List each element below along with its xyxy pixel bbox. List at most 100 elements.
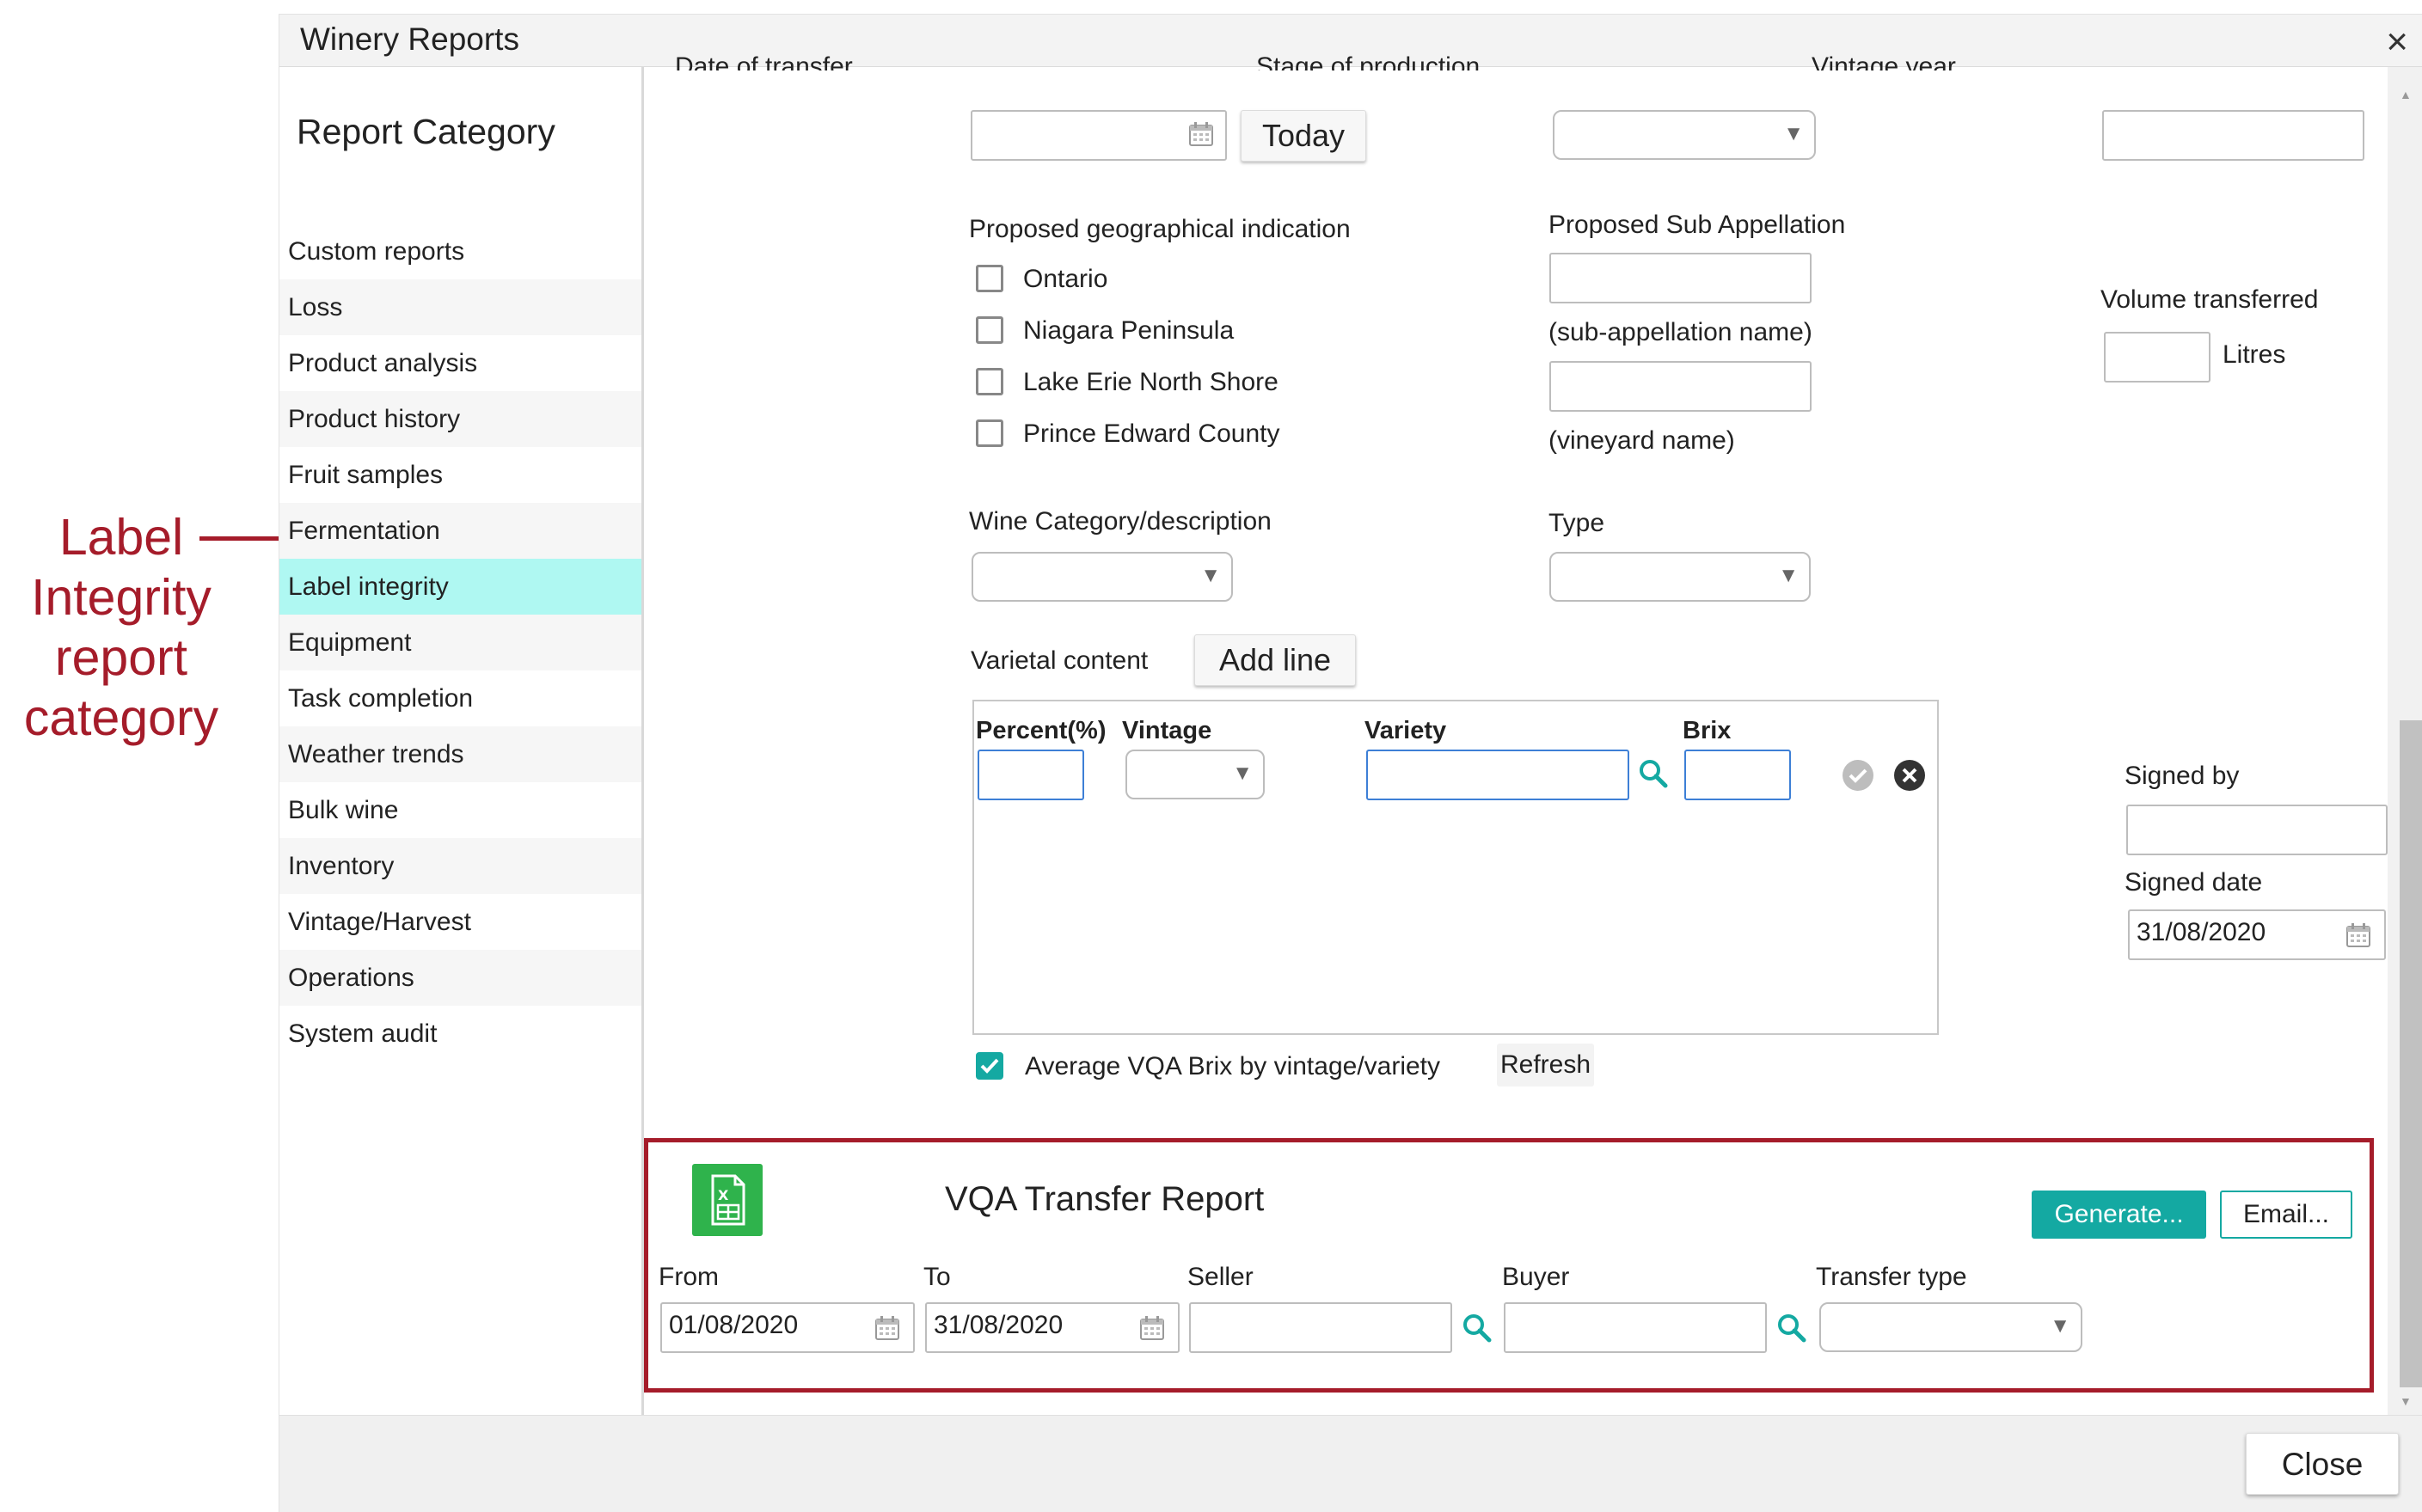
annotation-label: Label Integrity report category	[0, 507, 242, 748]
to-label: To	[923, 1263, 951, 1291]
stage-of-production-select[interactable]: ▼	[1553, 110, 1816, 160]
refresh-button[interactable]: Refresh	[1497, 1044, 1595, 1087]
lake-erie-label: Lake Erie North Shore	[1023, 368, 1278, 396]
sub-appellation-input[interactable]	[1549, 253, 1812, 303]
average-brix-label: Average VQA Brix by vintage/variety	[1025, 1052, 1441, 1080]
volume-transferred-label: Volume transferred	[2100, 285, 2319, 314]
sidebar-item-custom-reports[interactable]: Custom reports	[279, 223, 641, 279]
delete-icon[interactable]	[1892, 758, 1927, 793]
transfer-type-label: Transfer type	[1816, 1263, 1967, 1291]
chevron-down-icon: ▼	[1232, 762, 1253, 785]
litres-label: Litres	[2223, 340, 2286, 369]
variety-input[interactable]	[1366, 750, 1629, 800]
buyer-label: Buyer	[1502, 1263, 1570, 1291]
vineyard-name-input[interactable]	[1549, 361, 1812, 412]
close-icon[interactable]: ×	[2386, 23, 2408, 61]
vqa-transfer-report-panel: X VQA Transfer Report Generate... Email.…	[644, 1138, 2374, 1393]
calendar-icon[interactable]	[1187, 120, 1215, 148]
sub-appellation-label: Proposed Sub Appellation	[1548, 211, 1846, 239]
annotation-pointer	[199, 536, 287, 541]
vintage-year-input[interactable]	[2102, 110, 2364, 161]
annotation-line-2: Integrity	[31, 569, 212, 626]
sidebar-item-product-history[interactable]: Product history	[279, 391, 641, 447]
search-icon[interactable]	[1636, 756, 1671, 791]
buyer-input[interactable]	[1504, 1302, 1767, 1353]
wine-category-label: Wine Category/description	[969, 507, 1272, 536]
sidebar-item-task-completion[interactable]: Task completion	[279, 670, 641, 726]
sidebar-item-vintage-harvest[interactable]: Vintage/Harvest	[279, 894, 641, 950]
lake-erie-checkbox[interactable]	[976, 368, 1003, 395]
confirm-icon[interactable]	[1841, 758, 1875, 793]
generate-button[interactable]: Generate...	[2032, 1191, 2206, 1239]
scrollbar-thumb[interactable]	[2400, 720, 2422, 1387]
varietal-content-label: Varietal content	[971, 646, 1149, 675]
chevron-down-icon: ▼	[1778, 564, 1799, 587]
vertical-scrollbar[interactable]: ▲ ▼	[2388, 67, 2422, 1415]
email-button[interactable]: Email...	[2220, 1191, 2352, 1239]
add-line-button[interactable]: Add line	[1194, 634, 1356, 686]
sidebar-item-inventory[interactable]: Inventory	[279, 838, 641, 894]
prince-edward-label: Prince Edward County	[1023, 419, 1280, 448]
vineyard-name-label: (vineyard name)	[1548, 426, 1735, 455]
scroll-up-icon[interactable]: ▲	[2400, 88, 2412, 101]
chevron-down-icon: ▼	[2050, 1314, 2070, 1338]
variety-header: Variety	[1364, 717, 1447, 744]
ontario-label: Ontario	[1023, 265, 1108, 293]
search-icon[interactable]	[1460, 1311, 1494, 1345]
today-button[interactable]: Today	[1241, 110, 1366, 162]
winery-reports-dialog: Winery Reports × Report Category Custom …	[279, 14, 2422, 1512]
scroll-down-icon[interactable]: ▼	[2400, 1394, 2412, 1408]
category-list: Custom reports Loss Product analysis Pro…	[279, 223, 641, 1062]
sub-appellation-name-label: (sub-appellation name)	[1548, 318, 1812, 346]
annotation-line-4: category	[23, 689, 219, 746]
sidebar-item-bulk-wine[interactable]: Bulk wine	[279, 782, 641, 838]
geo-indication-label: Proposed geographical indication	[969, 215, 1351, 243]
calendar-icon[interactable]	[2345, 921, 2372, 949]
prince-edward-checkbox[interactable]	[976, 419, 1003, 447]
type-select[interactable]: ▼	[1549, 552, 1811, 602]
brix-input[interactable]	[1684, 750, 1791, 800]
signed-date-label: Signed date	[2125, 868, 2263, 897]
volume-input[interactable]	[2104, 332, 2210, 383]
average-brix-checkbox[interactable]	[976, 1052, 1003, 1080]
sidebar-item-fruit-samples[interactable]: Fruit samples	[279, 447, 641, 503]
sidebar-item-label-integrity[interactable]: Label integrity	[279, 559, 641, 615]
sidebar-item-product-analysis[interactable]: Product analysis	[279, 335, 641, 391]
report-category-title: Report Category	[297, 112, 555, 151]
niagara-checkbox[interactable]	[976, 316, 1003, 344]
stage-of-production-label: Stage of production	[1256, 52, 1481, 70]
sidebar-item-equipment[interactable]: Equipment	[279, 615, 641, 670]
sidebar-item-loss[interactable]: Loss	[279, 279, 641, 335]
seller-label: Seller	[1187, 1263, 1254, 1291]
signed-by-label: Signed by	[2125, 762, 2240, 790]
sidebar-item-system-audit[interactable]: System audit	[279, 1006, 641, 1062]
search-icon[interactable]	[1775, 1311, 1809, 1345]
vintage-select[interactable]: ▼	[1125, 750, 1265, 799]
sidebar-item-operations[interactable]: Operations	[279, 950, 641, 1006]
report-category-sidebar: Report Category Custom reports Loss Prod…	[279, 67, 644, 1415]
annotation-line-3: report	[54, 629, 188, 686]
percent-input[interactable]	[978, 750, 1084, 800]
ontario-checkbox[interactable]	[976, 265, 1003, 292]
vintage-header: Vintage	[1122, 717, 1212, 744]
vintage-year-label: Vintage year	[1812, 52, 1956, 70]
vqa-report-title: VQA Transfer Report	[945, 1180, 1265, 1218]
sidebar-item-weather-trends[interactable]: Weather trends	[279, 726, 641, 782]
sidebar-item-fermentation[interactable]: Fermentation	[279, 503, 641, 559]
calendar-icon[interactable]	[874, 1314, 901, 1342]
calendar-icon[interactable]	[1138, 1314, 1166, 1342]
svg-text:X: X	[718, 1187, 729, 1203]
transfer-type-select[interactable]: ▼	[1819, 1302, 2082, 1352]
chevron-down-icon: ▼	[1783, 122, 1804, 145]
type-label: Type	[1548, 509, 1605, 537]
window-title: Winery Reports	[300, 21, 519, 57]
percent-header: Percent(%)	[976, 717, 1107, 744]
wine-category-select[interactable]: ▼	[972, 552, 1233, 602]
brix-header: Brix	[1683, 717, 1732, 744]
from-label: From	[659, 1263, 719, 1291]
varietal-grid: Percent(%) Vintage Variety Brix ▼	[972, 700, 1939, 1035]
close-button[interactable]: Close	[2246, 1433, 2399, 1495]
dialog-footer: Close	[279, 1415, 2422, 1512]
signed-by-input[interactable]	[2126, 805, 2388, 855]
seller-input[interactable]	[1189, 1302, 1452, 1353]
